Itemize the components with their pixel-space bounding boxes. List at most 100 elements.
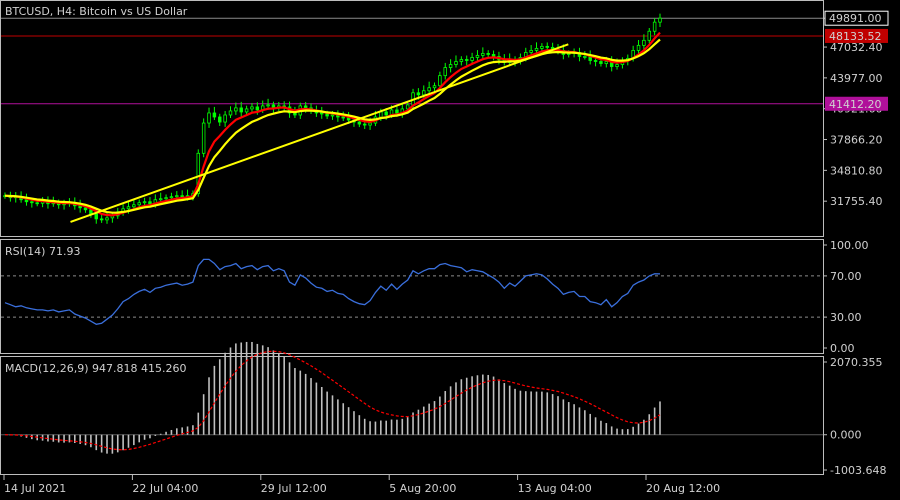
rsi-panel-frame <box>0 239 824 354</box>
candle-body <box>218 116 222 123</box>
candle-body <box>379 111 383 118</box>
candle-body <box>464 59 469 61</box>
candle-body <box>132 204 136 208</box>
candle-body <box>320 112 324 115</box>
candle-body <box>486 53 490 55</box>
candle-body <box>604 61 609 64</box>
candle-body <box>368 122 372 126</box>
candle-body <box>438 75 442 87</box>
price-tick-label: 31755.40 <box>830 195 883 208</box>
candle-body <box>545 45 549 48</box>
time-tick-label: 14 Jul 2021 <box>4 482 66 495</box>
price-axis: 49891.0047032.4043977.0040921.6037866.20… <box>823 10 889 208</box>
candle-body <box>137 202 141 206</box>
candle-body <box>207 112 211 124</box>
candle-body <box>491 54 496 57</box>
candle-body <box>250 106 254 110</box>
candle-body <box>239 107 243 113</box>
candle-body <box>142 201 147 204</box>
candle-body <box>35 202 39 205</box>
candle-body <box>234 107 238 112</box>
candle-body <box>30 201 34 204</box>
rsi-tick-label: 0.00 <box>830 342 855 355</box>
candle-body <box>615 64 619 67</box>
candle-body <box>362 123 367 126</box>
rsi-tick-label: 30.00 <box>830 311 862 324</box>
candle-body <box>481 53 485 56</box>
candle-body <box>244 108 249 113</box>
candle-body <box>228 110 233 116</box>
candle-body <box>384 111 388 116</box>
candle-body <box>164 197 168 200</box>
time-axis: 14 Jul 2021 22 Jul 04:00 29 Jul 12:00 5 Aug… <box>3 475 720 495</box>
price-tick-label: 37866.20 <box>830 134 883 147</box>
rsi-tick-label: 100.00 <box>830 239 869 252</box>
candle-body <box>534 47 539 51</box>
candle-body <box>24 199 29 203</box>
candle-body <box>459 59 464 62</box>
candle-body <box>330 114 335 117</box>
candle-body <box>148 201 152 205</box>
candle-body <box>94 213 99 220</box>
candle-body <box>341 116 345 119</box>
candle-body <box>475 55 480 58</box>
candle-body <box>357 121 362 125</box>
candle-body <box>652 21 657 32</box>
trading-chart[interactable]: 49891.0047032.4043977.0040921.6037866.20… <box>0 0 900 500</box>
macd-tick-label: 2070.355 <box>830 356 883 369</box>
candle-body <box>201 122 206 154</box>
candle-body <box>180 195 184 198</box>
candle-body <box>529 50 533 53</box>
macd-tick-label: -1003.648 <box>830 464 886 477</box>
time-tick-label: 20 Aug 12:00 <box>646 482 720 495</box>
candle-body <box>223 114 227 123</box>
rsi-tick-label: 70.00 <box>830 270 862 283</box>
candle-body <box>636 44 641 51</box>
candle-body <box>105 217 109 221</box>
candle-body <box>158 198 163 201</box>
candle-body <box>540 45 544 49</box>
macd-tick-label: 0.000 <box>830 429 862 442</box>
candle-body <box>448 64 453 68</box>
candle-body <box>454 61 458 65</box>
time-tick-label: 13 Aug 04:00 <box>518 482 592 495</box>
candle-body <box>169 196 174 199</box>
macd-label: MACD(12,26,9) 947.818 415.260 <box>5 362 187 375</box>
candle-body <box>99 218 104 221</box>
candle-body <box>470 57 474 61</box>
candle-body <box>593 60 598 62</box>
candle-body <box>432 85 437 89</box>
candle-body <box>642 39 646 46</box>
candle-body <box>266 104 270 107</box>
price-tick-label: 43977.00 <box>830 72 883 85</box>
candle-body <box>416 92 421 96</box>
level-label-0: 48133.52 <box>829 30 882 43</box>
time-tick-label: 22 Jul 04:00 <box>132 482 198 495</box>
candle-body <box>126 206 131 210</box>
candle-body <box>647 30 651 41</box>
current-price-label: 49891.00 <box>829 12 882 25</box>
candle-body <box>395 109 399 114</box>
time-tick-label: 5 Aug 20:00 <box>389 482 456 495</box>
candle-body <box>89 209 93 215</box>
candle-body <box>599 61 603 64</box>
candle-body <box>325 113 329 117</box>
candle-body <box>427 87 431 92</box>
candle-body <box>303 105 308 109</box>
candle-body <box>422 90 426 96</box>
candle-body <box>83 207 88 211</box>
time-tick-label: 29 Jul 12:00 <box>261 482 327 495</box>
level-label-1: 41412.20 <box>829 98 882 111</box>
candle-body <box>658 17 662 23</box>
candle-body <box>212 112 217 118</box>
rsi-axis: 100.00 70.00 30.00 0.00 <box>823 239 869 355</box>
candle-body <box>175 195 179 198</box>
chart-title: BTCUSD, H4: Bitcoin vs US Dollar <box>5 5 188 18</box>
rsi-label: RSI(14) 71.93 <box>5 245 80 258</box>
candle-body <box>583 56 587 58</box>
candle-body <box>255 106 260 111</box>
price-tick-label: 47032.40 <box>830 41 883 54</box>
candle-body <box>443 67 447 77</box>
candle-body <box>346 117 351 121</box>
macd-axis: 2070.355 0.000 -1003.648 <box>823 356 886 477</box>
